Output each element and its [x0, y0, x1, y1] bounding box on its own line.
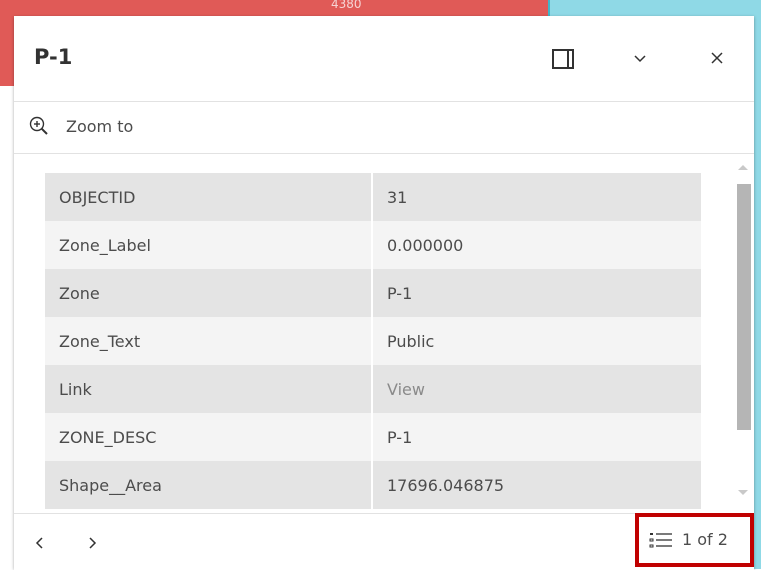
attribute-value: P-1	[372, 269, 701, 317]
pagination-text[interactable]: 1 of 2	[682, 530, 728, 549]
map-label: 4380	[331, 0, 362, 11]
scrollbar[interactable]	[731, 154, 754, 513]
attribute-key: OBJECTID	[45, 173, 373, 221]
attribute-row: Shape__Area 17696.046875	[45, 461, 701, 509]
attribute-key: Zone	[45, 269, 373, 317]
attribute-row: ZONE_DESC P-1	[45, 413, 701, 461]
attribute-value: 17696.046875	[372, 461, 701, 509]
previous-feature-button[interactable]	[32, 532, 48, 554]
attribute-value: 31	[372, 173, 701, 221]
attribute-row: Zone P-1	[45, 269, 701, 317]
attribute-row: Zone_Label 0.000000	[45, 221, 701, 269]
attribute-key: Zone_Text	[45, 317, 373, 365]
attributes-content: OBJECTID 31 Zone_Label 0.000000 Zone P-1 Zone_…	[14, 154, 754, 513]
attribute-value: P-1	[372, 413, 701, 461]
popup-footer: 1 of 2	[14, 513, 754, 570]
attribute-row: Link View	[45, 365, 701, 413]
attribute-row: Zone_Text Public	[45, 317, 701, 365]
attribute-key: ZONE_DESC	[45, 413, 373, 461]
attribute-key: Shape__Area	[45, 461, 373, 509]
attribute-key: Link	[45, 365, 373, 413]
attribute-value: 0.000000	[372, 221, 701, 269]
popup-title: P-1	[34, 45, 73, 69]
dock-icon[interactable]	[552, 49, 574, 69]
attribute-key: Zone_Label	[45, 221, 373, 269]
chevron-down-icon[interactable]	[628, 46, 652, 70]
zoom-to-label[interactable]: Zoom to	[66, 117, 133, 136]
zoom-in-icon[interactable]	[27, 114, 51, 138]
attribute-link[interactable]: View	[372, 365, 701, 413]
popup-pointer	[360, 553, 372, 559]
next-feature-button[interactable]	[84, 532, 100, 554]
close-icon[interactable]	[705, 46, 729, 70]
scroll-thumb[interactable]	[737, 184, 751, 430]
attribute-row: OBJECTID 31	[45, 173, 701, 221]
scroll-down-arrow[interactable]	[738, 490, 748, 495]
zoom-to-action[interactable]: Zoom to	[14, 102, 754, 154]
attribute-value: Public	[372, 317, 701, 365]
attributes-table: OBJECTID 31 Zone_Label 0.000000 Zone P-1 Zone_…	[45, 173, 701, 509]
popup-header: P-1	[14, 16, 754, 102]
map-zone-cyan-edge	[754, 0, 761, 569]
scroll-up-arrow[interactable]	[738, 165, 748, 170]
popup-panel: P-1 Zoom to OBJECTID 31 Zone_Label 0.000000…	[14, 16, 754, 570]
feature-list-icon[interactable]	[648, 528, 674, 554]
map-zone-red-edge	[0, 0, 14, 86]
